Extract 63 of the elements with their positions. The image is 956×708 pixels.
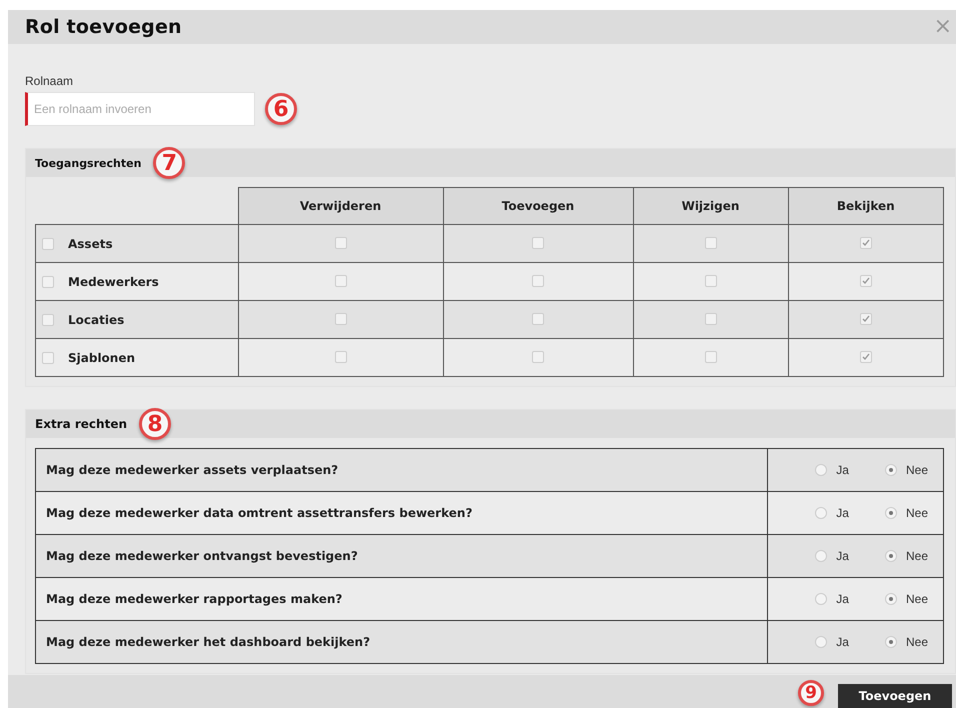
row-label: Locaties [68,312,124,326]
radio-label: Ja [836,592,849,606]
checkbox[interactable] [334,237,346,250]
radio-button[interactable] [815,550,828,562]
add-button[interactable]: Toevoegen [838,684,952,708]
checkbox[interactable] [532,275,544,288]
checkbox[interactable] [532,351,544,364]
radio-label: Nee [906,549,928,563]
radio-label: Nee [906,463,928,477]
checkbox[interactable] [704,275,716,288]
checkbox[interactable] [42,352,54,364]
checkbox[interactable] [860,275,872,288]
callout-number: 7 [153,147,186,179]
section-title: Toegangsrechten [35,156,142,170]
radio-button[interactable] [884,593,897,605]
column-header: Verwijderen [238,188,443,224]
radio-button[interactable] [815,464,828,476]
radio-button[interactable] [884,550,897,562]
checkbox[interactable] [860,237,872,250]
checkbox[interactable] [42,238,54,250]
callout-number: 8 [139,408,171,440]
checkbox[interactable] [532,237,544,250]
radio-button[interactable] [884,636,897,648]
callout-number: 9 [798,680,824,706]
radio-label: Ja [836,463,849,477]
row-label: Medewerkers [68,274,159,288]
checkbox[interactable] [334,351,346,364]
dialog-title: Rol toevoegen [25,16,182,38]
checkbox[interactable] [704,351,716,364]
callout-number: 6 [265,93,297,125]
radio-button[interactable] [815,593,828,605]
radio-label: Nee [906,506,928,520]
question-text: Mag deze medewerker het dashboard bekijken? [36,620,768,664]
checkbox[interactable] [704,313,716,326]
radio-button[interactable] [815,507,828,519]
question-text: Mag deze medewerker ontvangst bevestigen? [36,534,768,578]
field-label: Rolnaam [25,74,74,88]
radio-label: Nee [906,592,928,606]
column-header: Toevoegen [443,188,633,224]
radio-button[interactable] [884,507,897,519]
radio-button[interactable] [815,636,828,648]
radio-label: Ja [836,635,849,649]
radio-label: Nee [906,635,928,649]
checkbox[interactable] [334,313,346,326]
question-text: Mag deze medewerker data omtrent assettransfers bewerken? [36,492,768,534]
column-header: Wijzigen [633,188,788,224]
row-label: Assets [68,236,113,250]
column-header: Bekijken [788,188,944,224]
radio-button[interactable] [884,464,897,476]
radio-label: Ja [836,549,849,563]
checkbox[interactable] [42,276,54,288]
checkbox[interactable] [42,314,54,326]
role-name-input[interactable]: Een rolnaam invoeren [25,92,255,126]
row-label: Sjablonen [68,350,136,364]
checkbox[interactable] [532,313,544,326]
checkbox[interactable] [860,313,872,326]
question-text: Mag deze medewerker assets verplaatsen? [36,448,768,492]
radio-label: Ja [836,506,849,520]
checkbox[interactable] [334,275,346,288]
section-title: Extra rechten [35,417,127,431]
checkbox[interactable] [860,351,872,364]
question-text: Mag deze medewerker rapportages maken? [36,578,768,620]
checkbox[interactable] [704,237,716,250]
